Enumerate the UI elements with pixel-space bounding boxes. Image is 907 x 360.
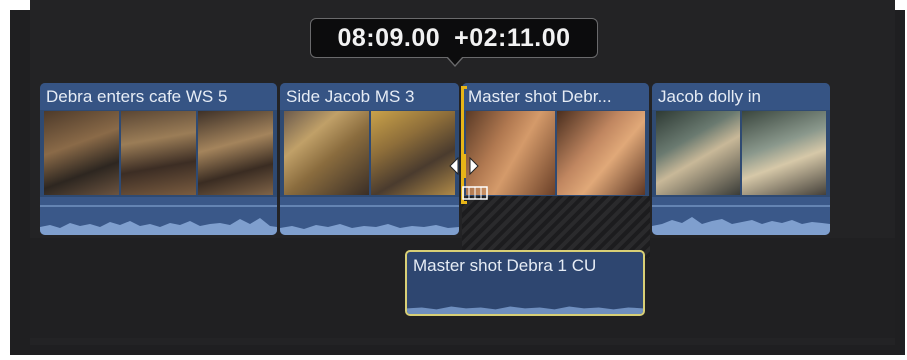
- clip-filmstrip: [44, 111, 273, 195]
- clip-filmstrip: [284, 111, 455, 195]
- clip-title: Side Jacob MS 3: [280, 83, 459, 110]
- clip-title: Debra enters cafe WS 5: [40, 83, 277, 110]
- clip-title: Jacob dolly in: [652, 83, 830, 110]
- clip-filmstrip: [656, 111, 826, 195]
- clip-title: Master shot Debr...: [462, 83, 649, 110]
- timeline-clip[interactable]: Debra enters cafe WS 5: [40, 83, 277, 235]
- timeline-clip[interactable]: Jacob dolly in: [652, 83, 830, 235]
- filmstrip-icon: [462, 186, 488, 200]
- audio-waveform: [40, 197, 277, 235]
- gap-placeholder: [462, 196, 650, 258]
- video-frame: [121, 111, 196, 195]
- timeline-clip[interactable]: Side Jacob MS 3: [280, 83, 459, 235]
- video-frame: [198, 111, 273, 195]
- video-frame: [44, 111, 119, 195]
- video-frame: [284, 111, 369, 195]
- video-frame: [656, 111, 740, 195]
- ripple-trim-icon: [449, 154, 479, 178]
- video-frame: [370, 111, 455, 195]
- connected-clip-title: Master shot Debra 1 CU: [413, 256, 597, 275]
- video-frame: [556, 111, 645, 195]
- audio-waveform: [652, 197, 830, 235]
- connected-audio-clip[interactable]: Master shot Debra 1 CU: [405, 250, 645, 316]
- timecode-delta: +02:11.00: [454, 23, 571, 52]
- timecode-position: 08:09.00: [337, 23, 441, 52]
- bubble-pointer: [446, 56, 464, 67]
- video-frame: [742, 111, 826, 195]
- audio-waveform: [280, 197, 459, 235]
- audio-waveform: [407, 284, 643, 314]
- clip-filmstrip: [466, 111, 645, 195]
- trim-timecode-bubble: 08:09.00 +02:11.00: [310, 18, 598, 58]
